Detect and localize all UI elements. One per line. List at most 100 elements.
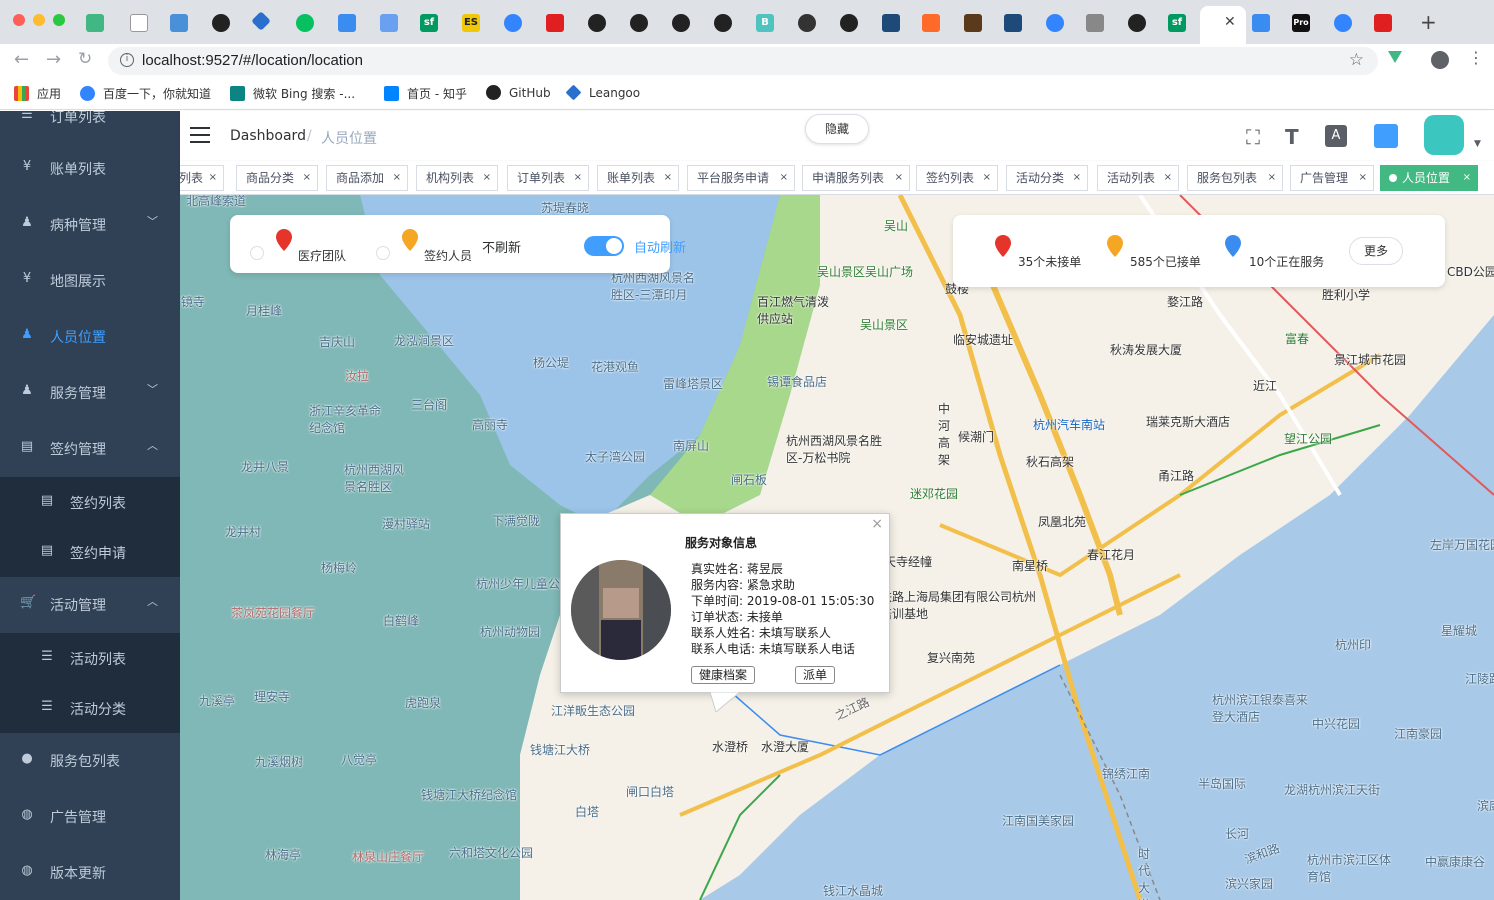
dispatch-button[interactable]: 派单: [795, 666, 835, 684]
minimize-window-icon[interactable]: [33, 14, 45, 26]
tag-item[interactable]: 商品分类 ×: [236, 165, 318, 191]
close-icon[interactable]: ×: [1164, 166, 1172, 190]
sidebar-item-contract[interactable]: ▤ 签约管理 ︿: [0, 421, 180, 477]
es-tab-icon[interactable]: ES: [462, 14, 480, 32]
signed-staff-radio[interactable]: [376, 246, 390, 260]
baidu-tab-icon[interactable]: [1046, 14, 1064, 32]
close-icon[interactable]: ×: [1268, 166, 1276, 190]
sidebar-item-bills[interactable]: ¥ 账单列表: [0, 141, 180, 197]
tag-item[interactable]: 列表 ×: [180, 165, 224, 191]
close-icon[interactable]: ×: [1359, 166, 1367, 190]
more-button[interactable]: 更多: [1349, 237, 1403, 265]
close-icon[interactable]: ×: [895, 166, 903, 190]
tag-item[interactable]: 广告管理 ×: [1290, 165, 1374, 191]
sidebar-item-packages[interactable]: ● 服务包列表: [0, 733, 180, 789]
github-tab-icon[interactable]: [588, 14, 606, 32]
tab-icon[interactable]: [840, 14, 858, 32]
medical-team-radio[interactable]: [250, 246, 264, 260]
tab-icon[interactable]: [170, 14, 188, 32]
close-icon[interactable]: ×: [209, 166, 217, 190]
tag-item[interactable]: 申请服务列表 ×: [802, 165, 910, 191]
tag-item[interactable]: 订单列表 ×: [507, 165, 589, 191]
caret-down-icon[interactable]: ▼: [1474, 139, 1481, 149]
leangoo-tab-icon[interactable]: [251, 11, 271, 31]
tab-icon[interactable]: [882, 14, 900, 32]
sidebar-item-contract-list[interactable]: ▤ 签约列表: [0, 477, 180, 527]
close-icon[interactable]: ×: [871, 516, 883, 532]
tab-icon[interactable]: [922, 14, 940, 32]
sidebar-item-ads[interactable]: ◍ 广告管理: [0, 789, 180, 845]
address-bar[interactable]: i localhost:9527/#/location/location ☆: [108, 47, 1378, 75]
vue-devtools-icon[interactable]: [1388, 51, 1402, 63]
tab-icon[interactable]: [1374, 14, 1392, 32]
bookmark-leangoo[interactable]: Leangoo: [565, 84, 640, 101]
new-tab-icon[interactable]: +: [1420, 10, 1437, 34]
maximize-window-icon[interactable]: [53, 14, 65, 26]
close-icon[interactable]: ×: [483, 166, 491, 190]
tag-item[interactable]: 机构列表 ×: [416, 165, 498, 191]
active-tab[interactable]: ✕: [1200, 6, 1246, 44]
close-icon[interactable]: ×: [983, 166, 991, 190]
bookmark-github[interactable]: GitHub: [486, 85, 551, 100]
tag-item[interactable]: 商品添加 ×: [326, 165, 408, 191]
bookmark-baidu[interactable]: 百度一下，你就知道: [80, 85, 211, 102]
profile-icon[interactable]: [1431, 51, 1449, 69]
github-tab-icon[interactable]: [630, 14, 648, 32]
tag-item[interactable]: 活动列表 ×: [1097, 165, 1179, 191]
sidebar-item-orders[interactable]: ☰ 订单列表: [0, 111, 180, 145]
tab-icon[interactable]: [798, 14, 816, 32]
sidebar-item-contract-apply[interactable]: ▤ 签约申请: [0, 527, 180, 577]
health-record-button[interactable]: 健康档案: [691, 666, 755, 684]
tab-icon[interactable]: [1086, 14, 1104, 32]
tab-icon[interactable]: [1252, 14, 1270, 32]
translate-icon[interactable]: A: [1325, 125, 1347, 147]
github-tab-icon[interactable]: [212, 14, 230, 32]
segmentfault-tab-icon[interactable]: sf: [1168, 14, 1186, 32]
close-tab-icon[interactable]: ✕: [1224, 14, 1236, 30]
hide-button[interactable]: 隐藏: [805, 114, 869, 144]
theme-picker-icon[interactable]: [1374, 124, 1398, 148]
forward-icon[interactable]: →: [46, 49, 61, 70]
close-icon[interactable]: ×: [393, 166, 401, 190]
sidebar-item-activity-category[interactable]: ☰ 活动分类: [0, 683, 180, 733]
page-tab-icon[interactable]: [130, 14, 148, 32]
baidu-tab-icon[interactable]: [504, 14, 522, 32]
sidebar-item-service[interactable]: ♟ 服务管理 ﹀: [0, 365, 180, 421]
font-size-icon[interactable]: T: [1285, 125, 1299, 149]
close-icon[interactable]: ×: [1073, 166, 1081, 190]
tab-icon[interactable]: [1004, 14, 1022, 32]
close-icon[interactable]: ×: [303, 166, 311, 190]
tab-icon[interactable]: [546, 14, 564, 32]
bookmark-star-icon[interactable]: ☆: [1349, 50, 1364, 70]
sidebar-item-activity[interactable]: 🛒 活动管理 ︿: [0, 577, 180, 633]
vue-tab-icon[interactable]: [86, 14, 104, 32]
baidu-tab-icon[interactable]: [1334, 14, 1352, 32]
back-icon[interactable]: ←: [14, 49, 29, 70]
bookmark-apps[interactable]: 应用: [14, 85, 61, 102]
tag-item[interactable]: 账单列表 ×: [597, 165, 679, 191]
tag-item[interactable]: 活动分类 ×: [1006, 165, 1088, 191]
wechat-tab-icon[interactable]: [296, 14, 314, 32]
github-tab-icon[interactable]: [1128, 14, 1146, 32]
sidebar-item-activity-list[interactable]: ☰ 活动列表: [0, 633, 180, 683]
tag-item[interactable]: 签约列表 ×: [916, 165, 998, 191]
close-icon[interactable]: ×: [1463, 166, 1471, 190]
tab-icon[interactable]: [338, 14, 356, 32]
sidebar-item-location[interactable]: ♟ 人员位置: [0, 309, 180, 365]
github-tab-icon[interactable]: [714, 14, 732, 32]
bookmark-zhihu[interactable]: 首页 - 知乎: [384, 85, 467, 102]
close-icon[interactable]: ×: [574, 166, 582, 190]
sidebar-item-map[interactable]: ¥ 地图展示: [0, 253, 180, 309]
avatar[interactable]: [1424, 115, 1464, 155]
close-icon[interactable]: ×: [664, 166, 672, 190]
github-tab-icon[interactable]: [672, 14, 690, 32]
tag-item[interactable]: 平台服务申请 ×: [687, 165, 795, 191]
reload-icon[interactable]: ↻: [78, 49, 92, 69]
auto-refresh-switch[interactable]: [584, 236, 624, 256]
hamburger-icon[interactable]: [190, 127, 210, 143]
sidebar-item-version[interactable]: ◍ 版本更新: [0, 845, 180, 900]
tab-icon[interactable]: [964, 14, 982, 32]
close-window-icon[interactable]: [13, 14, 25, 26]
tab-icon[interactable]: [380, 14, 398, 32]
tag-item-active[interactable]: 人员位置 ×: [1380, 165, 1478, 191]
